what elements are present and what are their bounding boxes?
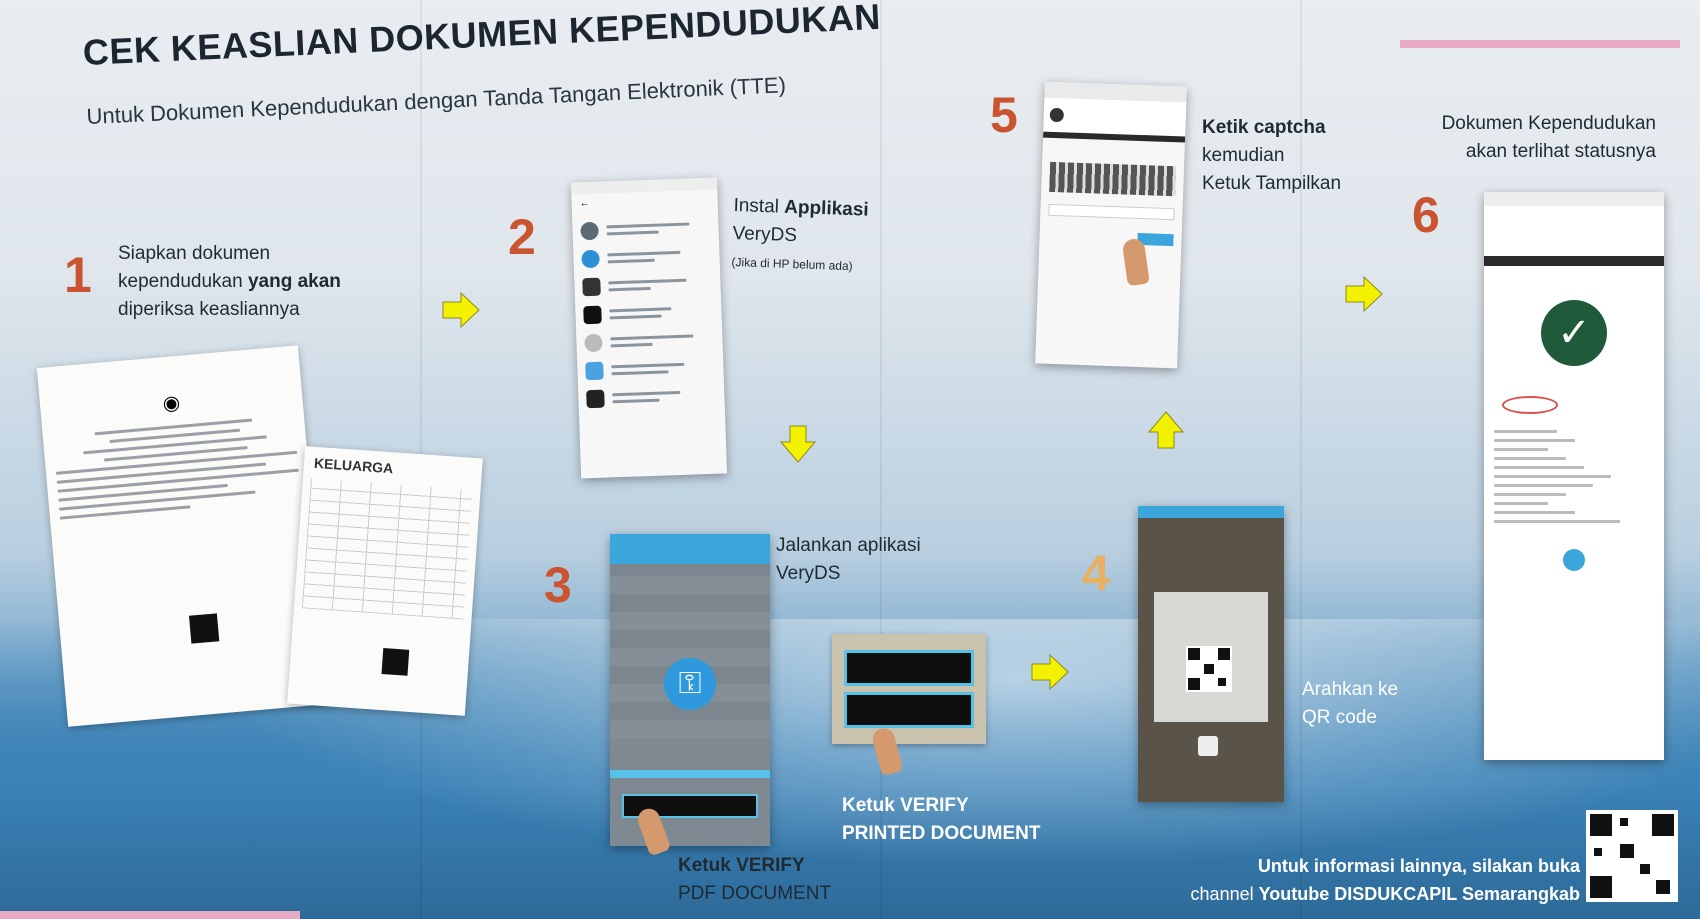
poster-subtitle: Untuk Dokumen Kependudukan dengan Tanda … <box>86 72 787 129</box>
footer-qr-code-icon[interactable] <box>1586 810 1678 902</box>
app-header <box>610 534 770 564</box>
step-4-line2: QR code <box>1302 707 1377 728</box>
step-5-line1: Ketik captcha <box>1202 117 1326 138</box>
phone-qr-scanner <box>1138 506 1284 802</box>
step-4-line1: Arahkan ke <box>1302 679 1399 700</box>
check-icon: ✓ <box>1541 300 1607 366</box>
phone-captcha-page <box>1035 81 1187 369</box>
app-list-item <box>585 358 716 381</box>
step-2-text: Instal Applikasi VeryDS (Jika di HP belu… <box>731 192 869 281</box>
tap-pdf-text: Ketuk VERIFY PDF DOCUMENT <box>678 852 831 908</box>
phone-veryds-app: ⚿ <box>610 534 770 846</box>
step-3-number: 3 <box>544 557 572 613</box>
step-5-number: 5 <box>990 87 1018 143</box>
verify-printed-option-button[interactable] <box>844 692 974 728</box>
step-1-line3: diperiksa keasliannya <box>118 299 300 320</box>
kk-qr-code-icon <box>381 648 410 676</box>
tap-printed-text: Ketuk VERIFY PRINTED DOCUMENT <box>842 792 1040 848</box>
step-6-number: 6 <box>1412 187 1440 243</box>
step-1-text: Siapkan dokumen kependudukan yang akan d… <box>118 240 341 324</box>
verify-pdf-option-button[interactable] <box>844 650 974 686</box>
step-5-line2: kemudian <box>1202 145 1285 166</box>
tap-pdf-line1: Ketuk VERIFY <box>678 855 805 876</box>
pdf-verify-bar <box>610 770 770 778</box>
step-5-line3: Ketuk Tampilkan <box>1202 173 1342 194</box>
pink-accent-bar <box>1400 40 1680 48</box>
app-background <box>610 564 770 738</box>
arrow-right-icon <box>1345 275 1383 313</box>
step-5-text: Ketik captcha kemudian Ketuk Tampilkan <box>1202 114 1341 198</box>
footer-line2: channel Youtube DISDUKCAPIL Semarangkab <box>1190 884 1580 904</box>
kemendagri-header <box>1484 206 1664 266</box>
pink-accent-bar <box>0 911 300 919</box>
tap-printed-line1: Ketuk VERIFY <box>842 795 969 816</box>
captcha-input[interactable] <box>1048 203 1175 221</box>
phone-app-store: ← <box>570 177 728 479</box>
app-list-item <box>582 274 713 297</box>
result-detail-lines <box>1484 430 1664 523</box>
step-6-text: Dokumen Kependudukan akan terlihat statu… <box>1430 110 1656 166</box>
kk-table <box>301 478 473 620</box>
tap-printed-line2: PRINTED DOCUMENT <box>842 823 1041 844</box>
step-6-line2: akan terlihat statusnya <box>1465 141 1656 162</box>
arrow-right-icon <box>442 291 480 329</box>
step-2-line3: (Jika di HP belum ada) <box>731 254 853 274</box>
kk-label: KELUARGA <box>313 454 394 477</box>
document-kartu-keluarga: KELUARGA <box>287 446 483 716</box>
app-list-item <box>583 302 714 325</box>
arrow-up-icon <box>1147 411 1185 449</box>
document-akta: ◉ <box>36 345 330 727</box>
poster-title: CEK KEASLIAN DOKUMEN KEPENDUDUKAN <box>82 0 882 73</box>
footer-line1: Untuk informasi lainnya, silakan buka <box>1257 856 1580 876</box>
search-bar: ← <box>571 190 718 213</box>
tap-pdf-line2: PDF DOCUMENT <box>678 883 832 904</box>
flash-button[interactable] <box>1198 736 1218 756</box>
app-list-item <box>580 218 711 241</box>
back-arrow-icon: ← <box>579 197 590 209</box>
document-qr-code-icon <box>188 613 220 644</box>
phone-result-page: ✓ <box>1484 192 1664 760</box>
app-list-item-veryds <box>581 246 712 269</box>
document-text-lines <box>43 414 311 521</box>
app-list-item <box>584 330 715 353</box>
step-4-number: 4 <box>1082 545 1110 601</box>
step-3-text: Jalankan aplikasi VeryDS <box>776 532 921 588</box>
step-2-number: 2 <box>508 209 536 265</box>
step-4-text: Arahkan ke QR code <box>1302 676 1398 732</box>
arrow-down-icon <box>779 425 817 463</box>
captcha-image <box>1049 161 1177 197</box>
poster: CEK KEASLIAN DOKUMEN KEPENDUDUKAN Untuk … <box>0 0 1700 919</box>
status-bar <box>1138 506 1284 518</box>
kemendagri-header <box>1043 97 1187 143</box>
status-circle <box>1502 396 1558 414</box>
step-6-line1: Dokumen Kependudukan <box>1441 113 1656 134</box>
step-3-line2: VeryDS <box>776 563 841 584</box>
logo-icon <box>1049 107 1065 123</box>
step-1-line2: kependudukan yang akan <box>118 271 341 292</box>
verify-options-panel <box>832 634 986 744</box>
veryds-logo-icon <box>1563 549 1585 571</box>
footer-text: Untuk informasi lainnya, silakan buka ch… <box>1180 852 1580 908</box>
step-1-line1: Siapkan dokumen <box>118 243 271 264</box>
step-1-number: 1 <box>64 247 92 303</box>
app-list-item <box>586 386 717 409</box>
fold-line <box>880 0 882 919</box>
step-3-line1: Jalankan aplikasi <box>776 535 921 556</box>
arrow-right-icon <box>1031 653 1069 691</box>
status-bar <box>1484 192 1664 206</box>
qr-code-icon <box>1186 646 1232 692</box>
verify-key-icon: ⚿ <box>664 658 716 710</box>
